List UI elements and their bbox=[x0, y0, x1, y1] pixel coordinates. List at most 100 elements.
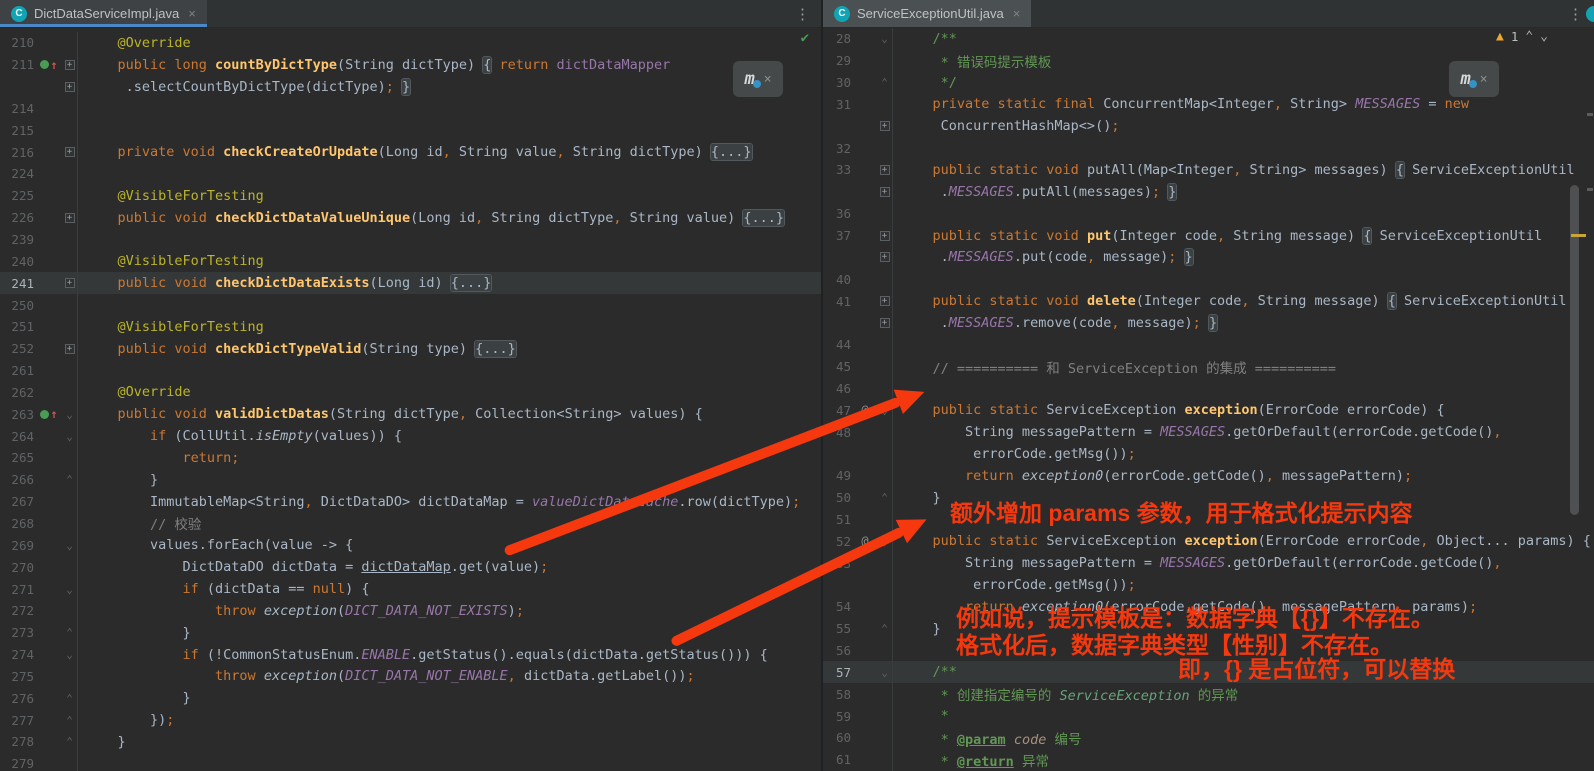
code-line[interactable]: 262 @Override bbox=[0, 382, 821, 404]
line-number[interactable]: 239 bbox=[0, 232, 36, 247]
code-text[interactable]: DictDataDO dictData = dictDataMap.get(va… bbox=[78, 559, 548, 575]
error-stripe-mark[interactable] bbox=[1587, 113, 1593, 116]
code-text[interactable]: } bbox=[78, 734, 126, 750]
code-text[interactable]: public void checkDictTypeValid(String ty… bbox=[78, 341, 516, 357]
fold-toggle-icon[interactable]: ⌄ bbox=[877, 28, 893, 50]
line-number[interactable]: 266 bbox=[0, 472, 36, 487]
fold-toggle-icon[interactable]: + bbox=[877, 115, 893, 137]
line-number[interactable]: 41 bbox=[823, 294, 853, 309]
fold-toggle-icon[interactable]: ⌃ bbox=[62, 709, 78, 731]
ai-widget-close-icon[interactable]: × bbox=[1480, 72, 1488, 87]
code-line[interactable]: 275 throw exception(DICT_DATA_NOT_ENABLE… bbox=[0, 665, 821, 687]
line-number[interactable]: 263 bbox=[0, 407, 36, 422]
code-text[interactable]: ConcurrentHashMap<>(); bbox=[893, 118, 1119, 134]
fold-toggle-icon[interactable]: ⌃ bbox=[62, 731, 78, 753]
line-number[interactable]: 271 bbox=[0, 582, 36, 597]
fold-toggle-icon[interactable]: + bbox=[62, 272, 78, 294]
ai-inline-widget[interactable]: m × bbox=[733, 61, 783, 97]
line-number[interactable]: 277 bbox=[0, 713, 36, 728]
code-line[interactable]: 225 @VisibleForTesting bbox=[0, 185, 821, 207]
scrollbar-warning-mark[interactable] bbox=[1571, 234, 1586, 237]
line-number[interactable]: 55 bbox=[823, 621, 853, 636]
fold-toggle-icon[interactable]: + bbox=[877, 225, 893, 247]
code-line[interactable]: 28 ⌄ /** bbox=[823, 28, 1594, 50]
fold-toggle-icon[interactable]: + bbox=[62, 207, 78, 229]
code-text[interactable]: } bbox=[78, 472, 158, 488]
code-line[interactable]: 270 DictDataDO dictData = dictDataMap.ge… bbox=[0, 556, 821, 578]
tab-options-menu-icon[interactable]: ⋮ bbox=[785, 5, 821, 23]
code-text[interactable]: values.forEach(value -> { bbox=[78, 537, 353, 553]
code-line[interactable]: 252+ public void checkDictTypeValid(Stri… bbox=[0, 338, 821, 360]
code-line[interactable]: 53 String messagePattern = MESSAGES.getO… bbox=[823, 552, 1594, 574]
fold-toggle-icon[interactable]: ⌃ bbox=[877, 72, 893, 94]
line-number[interactable]: 226 bbox=[0, 210, 36, 225]
code-line[interactable]: 226+ public void checkDictDataValueUniqu… bbox=[0, 207, 821, 229]
line-number[interactable]: 33 bbox=[823, 162, 853, 177]
code-text[interactable]: private static final ConcurrentMap<Integ… bbox=[893, 96, 1469, 112]
code-line[interactable]: 214 bbox=[0, 98, 821, 120]
code-text[interactable]: @VisibleForTesting bbox=[78, 319, 264, 335]
code-line[interactable]: 32 bbox=[823, 137, 1594, 159]
code-line[interactable]: 267 ImmutableMap<String, DictDataDO> dic… bbox=[0, 491, 821, 513]
line-number[interactable]: 46 bbox=[823, 381, 853, 396]
code-text[interactable]: if (CollUtil.isEmpty(values)) { bbox=[78, 428, 402, 444]
code-line[interactable]: 265 return; bbox=[0, 447, 821, 469]
code-text[interactable]: ImmutableMap<String, DictDataDO> dictDat… bbox=[78, 494, 800, 510]
ai-widget-close-icon[interactable]: × bbox=[764, 72, 772, 87]
fold-toggle-icon[interactable]: ⌄ bbox=[62, 425, 78, 447]
line-number[interactable]: 224 bbox=[0, 166, 36, 181]
code-editor-left[interactable]: ✔ m × 210 @Override211↑+ public long cou… bbox=[0, 28, 821, 771]
fold-toggle-icon[interactable]: + bbox=[877, 246, 893, 268]
code-text[interactable]: * 创建指定编号的 ServiceException 的异常 bbox=[893, 684, 1238, 704]
line-number[interactable]: 40 bbox=[823, 272, 853, 287]
line-number[interactable]: 51 bbox=[823, 512, 853, 527]
code-text[interactable]: public static ServiceException exception… bbox=[893, 533, 1591, 549]
line-number[interactable]: 269 bbox=[0, 538, 36, 553]
code-line[interactable]: 47@⌄ public static ServiceException exce… bbox=[823, 399, 1594, 421]
fold-toggle-icon[interactable]: ⌃ bbox=[62, 687, 78, 709]
tab-serviceexceptionutil[interactable]: C ServiceExceptionUtil.java × bbox=[823, 0, 1031, 27]
line-number[interactable]: 56 bbox=[823, 643, 853, 658]
code-line[interactable]: 276⌃ } bbox=[0, 687, 821, 709]
line-number[interactable]: 270 bbox=[0, 560, 36, 575]
code-line[interactable]: errorCode.getMsg()); bbox=[823, 443, 1594, 465]
line-number[interactable]: 251 bbox=[0, 319, 36, 334]
code-line[interactable]: 278⌃ } bbox=[0, 731, 821, 753]
line-number[interactable]: 216 bbox=[0, 145, 36, 160]
line-number[interactable]: 241 bbox=[0, 276, 36, 291]
code-line[interactable]: 261 bbox=[0, 360, 821, 382]
code-text[interactable]: public void checkDictDataExists(Long id)… bbox=[78, 275, 491, 291]
line-number[interactable]: 240 bbox=[0, 254, 36, 269]
code-text[interactable]: String messagePattern = MESSAGES.getOrDe… bbox=[893, 555, 1501, 571]
fold-toggle-icon[interactable]: + bbox=[62, 54, 78, 76]
code-line[interactable]: 60 * @param code 编号 bbox=[823, 727, 1594, 749]
code-line[interactable]: 272 throw exception(DICT_DATA_NOT_EXISTS… bbox=[0, 600, 821, 622]
fold-toggle-icon[interactable]: + bbox=[62, 338, 78, 360]
code-line[interactable]: 215 bbox=[0, 119, 821, 141]
code-line[interactable]: 36 bbox=[823, 203, 1594, 225]
code-line[interactable]: + .MESSAGES.putAll(messages); } bbox=[823, 181, 1594, 203]
code-line[interactable]: 269⌄ values.forEach(value -> { bbox=[0, 534, 821, 556]
code-line[interactable]: 46 bbox=[823, 378, 1594, 400]
line-number[interactable]: 210 bbox=[0, 35, 36, 50]
line-number[interactable]: 32 bbox=[823, 141, 853, 156]
code-line[interactable]: + .MESSAGES.put(code, message); } bbox=[823, 246, 1594, 268]
line-number[interactable]: 215 bbox=[0, 123, 36, 138]
line-number[interactable]: 250 bbox=[0, 298, 36, 313]
tab-close-icon[interactable]: × bbox=[188, 6, 196, 21]
code-text[interactable]: errorCode.getMsg()); bbox=[893, 446, 1136, 462]
code-text[interactable]: /** bbox=[893, 31, 957, 47]
code-text[interactable]: } bbox=[78, 625, 191, 641]
code-line[interactable]: 274⌄ if (!CommonStatusEnum.ENABLE.getSta… bbox=[0, 644, 821, 666]
code-line[interactable]: 240 @VisibleForTesting bbox=[0, 250, 821, 272]
code-text[interactable]: /** bbox=[893, 664, 957, 680]
line-number[interactable]: 276 bbox=[0, 691, 36, 706]
code-text[interactable]: @Override bbox=[78, 384, 191, 400]
line-number[interactable]: 28 bbox=[823, 31, 853, 46]
fold-toggle-icon[interactable]: + bbox=[877, 159, 893, 181]
code-text[interactable]: @VisibleForTesting bbox=[78, 188, 264, 204]
fold-toggle-icon[interactable]: ⌄ bbox=[62, 403, 78, 425]
code-line[interactable]: 44 bbox=[823, 334, 1594, 356]
code-text[interactable]: errorCode.getMsg()); bbox=[893, 577, 1136, 593]
code-text[interactable]: * @return 异常 bbox=[893, 750, 1049, 770]
